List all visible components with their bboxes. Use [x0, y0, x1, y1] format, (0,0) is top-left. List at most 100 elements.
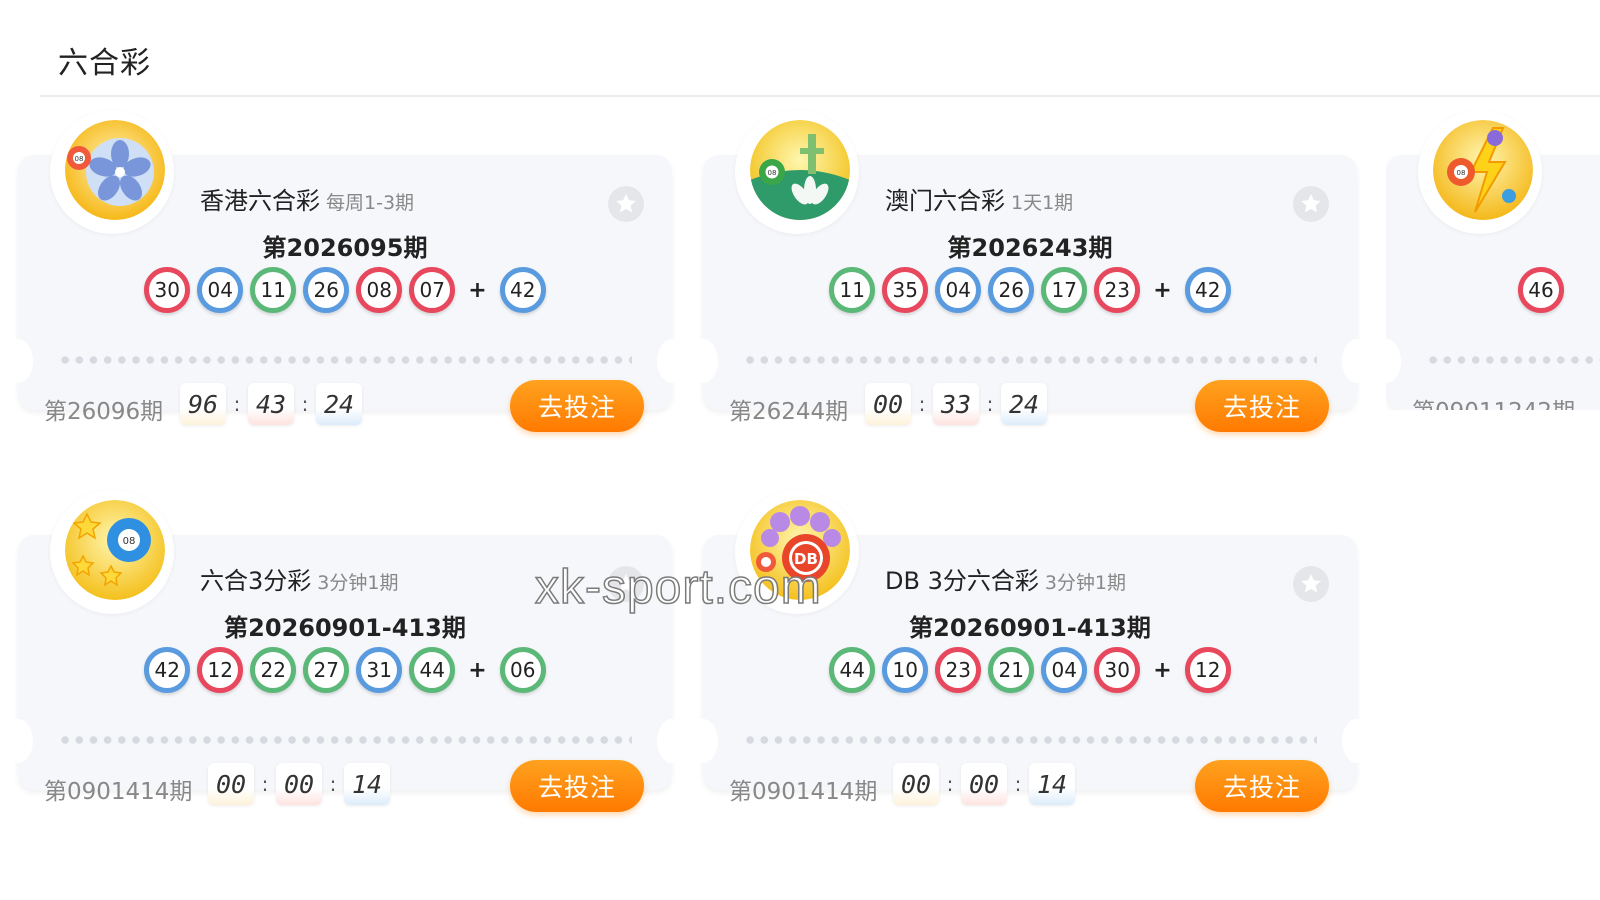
timer-hours: 96 — [180, 383, 226, 425]
lightning-ball-icon: 08 — [1433, 120, 1533, 220]
result-ball: 42 — [144, 647, 191, 693]
result-ball: 46 — [1518, 267, 1564, 313]
special-ball: 42 — [499, 267, 546, 313]
svg-text:08: 08 — [75, 155, 84, 163]
svg-text:08: 08 — [1457, 169, 1466, 177]
next-issue: 第26244期 — [729, 399, 849, 425]
result-ball: 26 — [988, 267, 1035, 313]
result-ball: 11 — [250, 267, 297, 313]
result-ball: 23 — [935, 647, 982, 693]
result-balls: 46 — [1518, 267, 1600, 313]
timer-minutes: 43 — [248, 383, 294, 425]
timer-hours: 00 — [208, 763, 254, 805]
result-balls: 42 12 22 27 31 44 + 06 — [18, 647, 672, 693]
result-ball: 04 — [1041, 647, 1088, 693]
macau-lotus-icon: 08 — [750, 120, 850, 220]
dotted-divider — [58, 353, 632, 367]
result-ball: 30 — [1094, 647, 1141, 693]
lottery-card-db-3min[interactable]: DB DB 3分六合彩 3分钟1期 第20260901-413期 44 10 23… — [688, 490, 1372, 812]
watermark: xk-sport.com — [534, 560, 822, 615]
hong-kong-bauhinia-icon: 08 — [65, 120, 165, 220]
timer-seconds: 14 — [1029, 763, 1075, 805]
section-title: 六合彩 — [58, 46, 151, 81]
dotted-divider — [58, 733, 632, 747]
star-ball-icon: 08 — [65, 500, 165, 600]
next-issue: 第26096期 — [44, 399, 164, 425]
timer-hours: 00 — [865, 383, 911, 425]
timer-seconds: 24 — [316, 383, 362, 425]
lottery-name: 香港六合彩 每周1-3期 — [200, 187, 415, 215]
result-ball: 04 — [197, 267, 244, 313]
result-balls: 44 10 23 21 04 30 + 12 — [703, 647, 1357, 693]
svg-text:08: 08 — [768, 169, 777, 177]
section-divider — [40, 95, 1600, 97]
lottery-card-hong-kong[interactable]: 08 香港六合彩 每周1-3期 第2026095期 30 04 11 26 08 … — [3, 110, 687, 432]
star-icon — [1301, 194, 1321, 213]
result-balls: 11 35 04 26 17 23 + 42 — [703, 267, 1357, 313]
result-ball: 17 — [1041, 267, 1088, 313]
special-ball: 06 — [499, 647, 546, 693]
timer-minutes: 33 — [933, 383, 979, 425]
lottery-frequency: 1天1期 — [1011, 192, 1074, 214]
timer-hours: 00 — [893, 763, 939, 805]
result-ball: 44 — [829, 647, 876, 693]
plus-sign: + — [468, 657, 487, 683]
lottery-card-partial[interactable]: 08 46 第09011242期 — [1386, 110, 1600, 410]
lottery-name: DB 3分六合彩 3分钟1期 — [885, 567, 1127, 595]
current-issue: 第2026243期 — [947, 234, 1113, 262]
countdown-timer: 00 : 00 : 14 — [893, 763, 1075, 805]
plus-sign: + — [1153, 657, 1172, 683]
lottery-name: 澳门六合彩 1天1期 — [885, 187, 1074, 215]
result-ball: 44 — [409, 647, 456, 693]
result-ball: 35 — [882, 267, 929, 313]
result-ball: 10 — [882, 647, 929, 693]
svg-text:08: 08 — [123, 536, 136, 547]
lottery-frequency: 3分钟1期 — [1044, 572, 1127, 594]
next-issue: 第09011242期 — [1412, 392, 1575, 410]
lottery-frequency: 3分钟1期 — [317, 572, 399, 594]
countdown-timer: 96 : 43 : 24 — [180, 383, 362, 425]
lottery-card-macau[interactable]: 08 澳门六合彩 1天1期 第2026243期 11 35 04 26 17 23… — [688, 110, 1372, 432]
lottery-name: 六合3分彩 3分钟1期 — [200, 567, 399, 595]
result-ball: 04 — [935, 267, 982, 313]
result-ball: 08 — [356, 267, 403, 313]
dotted-divider — [743, 733, 1317, 747]
dotted-divider — [743, 353, 1317, 367]
result-ball: 11 — [829, 267, 876, 313]
bet-button[interactable]: 去投注 — [510, 760, 644, 812]
countdown-timer: 00 : 00 : 14 — [208, 763, 390, 805]
lottery-frequency: 每周1-3期 — [326, 192, 415, 214]
result-ball: 23 — [1094, 267, 1141, 313]
favorite-button[interactable] — [1293, 186, 1329, 222]
timer-seconds: 24 — [1001, 383, 1047, 425]
result-ball: 22 — [250, 647, 297, 693]
result-ball: 12 — [197, 647, 244, 693]
result-ball: 26 — [303, 267, 350, 313]
favorite-button[interactable] — [1293, 566, 1329, 602]
timer-minutes: 00 — [961, 763, 1007, 805]
countdown-timer: 00 : 33 : 24 — [865, 383, 1047, 425]
result-ball: 30 — [144, 267, 191, 313]
star-icon — [1301, 574, 1321, 593]
result-ball: 21 — [988, 647, 1035, 693]
result-ball: 07 — [409, 267, 456, 313]
special-ball: 12 — [1184, 647, 1231, 693]
next-issue: 第0901414期 — [729, 779, 878, 805]
special-ball: 42 — [1184, 267, 1231, 313]
timer-minutes: 00 — [276, 763, 322, 805]
favorite-button[interactable] — [608, 186, 644, 222]
dotted-divider — [1426, 353, 1600, 367]
bet-button[interactable]: 去投注 — [1195, 380, 1329, 432]
star-icon — [616, 194, 636, 213]
bet-button[interactable]: 去投注 — [1195, 760, 1329, 812]
timer-seconds: 14 — [344, 763, 390, 805]
result-balls: 30 04 11 26 08 07 + 42 — [18, 267, 672, 313]
plus-sign: + — [468, 277, 487, 303]
result-ball: 27 — [303, 647, 350, 693]
bet-button[interactable]: 去投注 — [510, 380, 644, 432]
next-issue: 第0901414期 — [44, 779, 193, 805]
current-issue: 第2026095期 — [262, 234, 428, 262]
lottery-card-3min[interactable]: 08 六合3分彩 3分钟1期 第20260901-413期 42 12 22 27… — [3, 490, 687, 812]
result-ball: 31 — [356, 647, 403, 693]
plus-sign: + — [1153, 277, 1172, 303]
